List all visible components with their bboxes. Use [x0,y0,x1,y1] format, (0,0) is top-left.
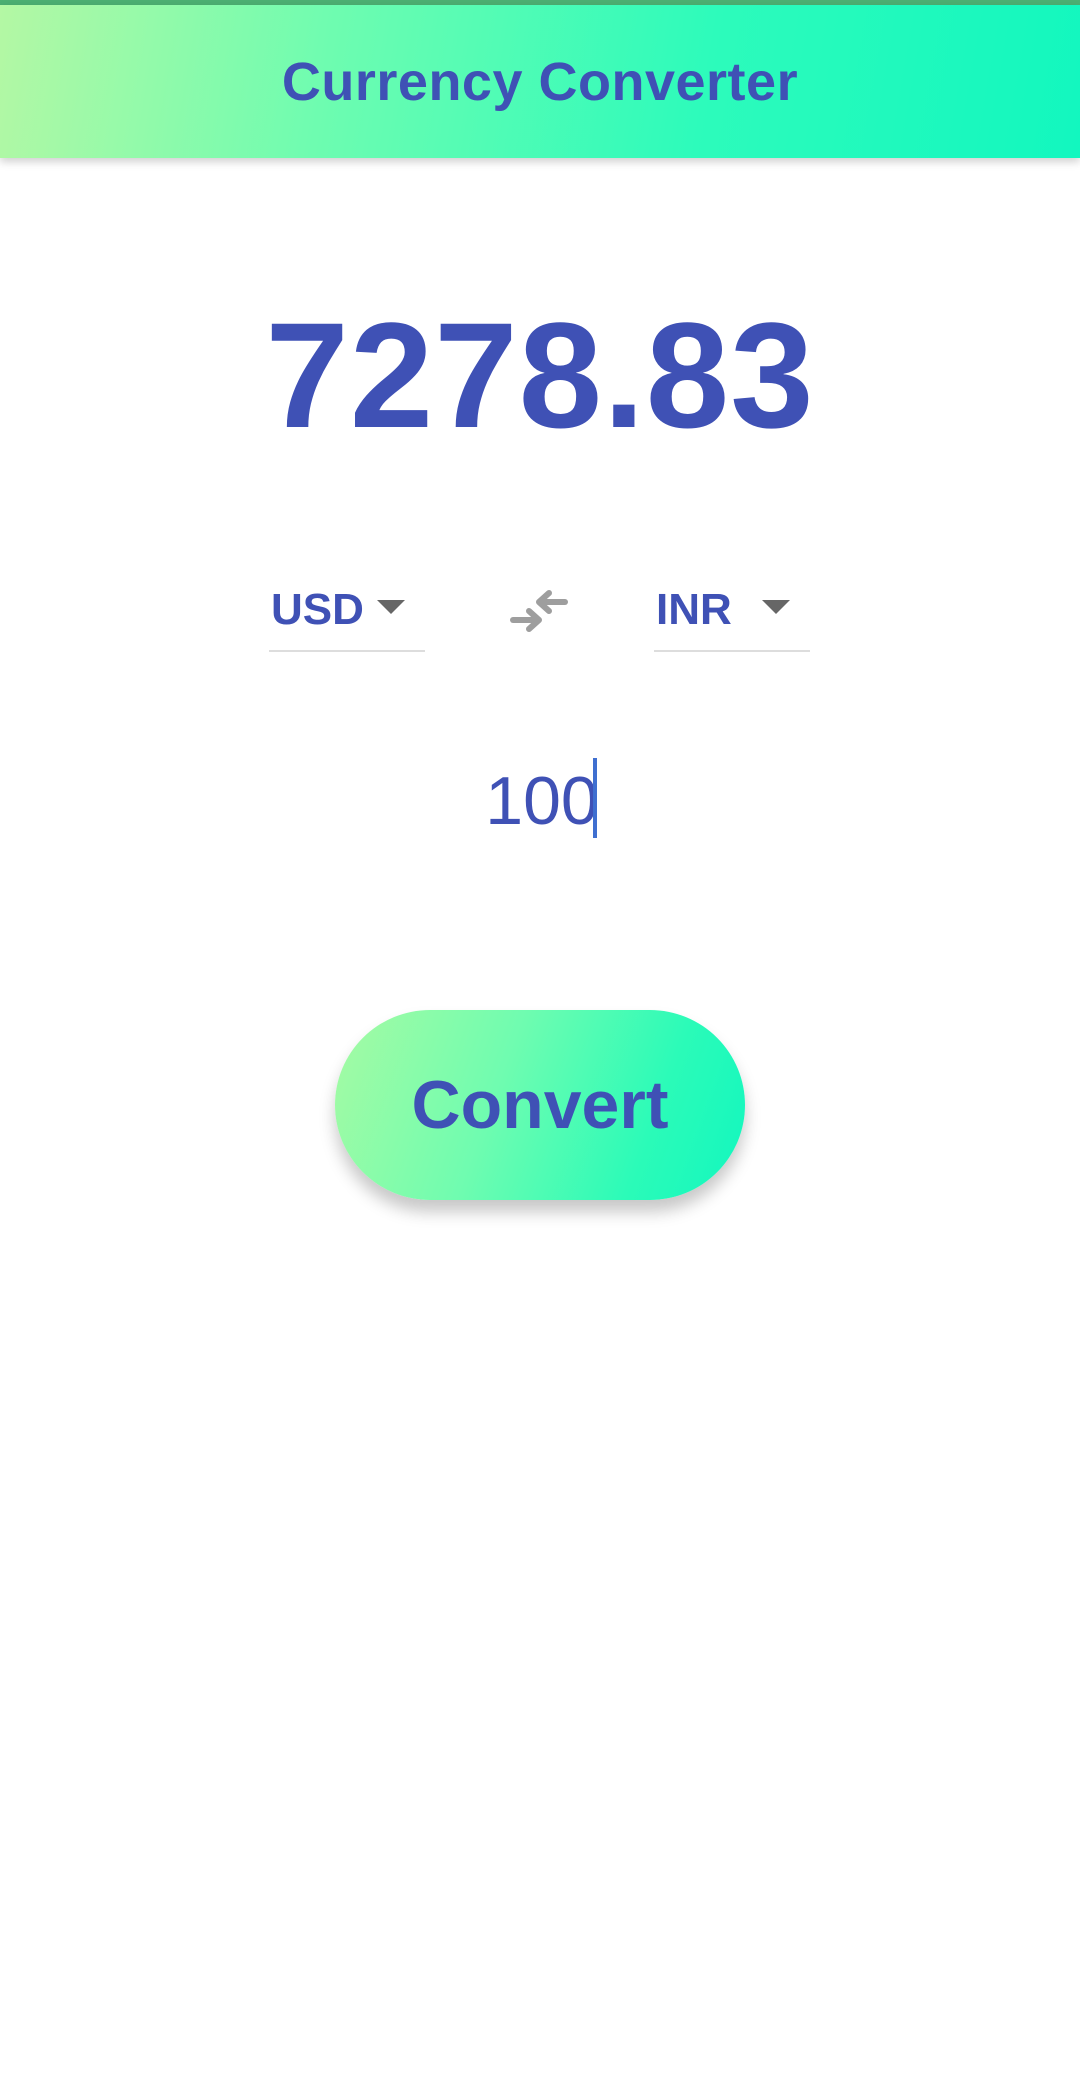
app-title: Currency Converter [281,51,799,112]
to-currency-code: INR [656,585,732,634]
swap-currencies-button[interactable] [505,580,575,640]
dropdown-caret-icon [762,600,790,614]
text-cursor [593,758,597,838]
swap-arrows-icon [510,590,568,632]
to-currency-dropdown[interactable]: INR [654,570,810,652]
app-screen: Currency Converter 7278.83 USD INR Conve… [0,0,1080,2099]
convert-button[interactable]: Convert [335,1010,745,1200]
dropdown-caret-icon [377,600,405,614]
converted-result: 7278.83 [265,291,815,459]
amount-input[interactable] [340,750,744,852]
from-currency-code: USD [271,585,364,634]
from-currency-dropdown[interactable]: USD [269,570,425,652]
app-bar: Currency Converter [0,5,1080,158]
